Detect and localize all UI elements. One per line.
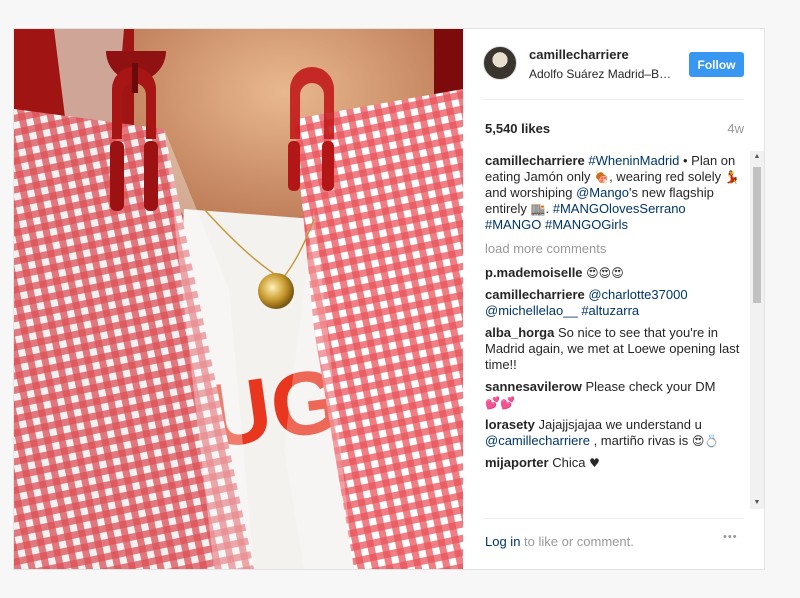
post-photo-illustration: UG [14,29,463,569]
caption-text: and worshiping [485,185,577,200]
scrollbar-thumb[interactable] [753,167,761,303]
heart-eyes-ring-emoji-icon: 😍💍 [691,434,720,448]
meat-emoji-icon: 🍖 [594,170,610,184]
comment-mention[interactable]: @camillecharriere [485,433,590,448]
caption-text: . [545,201,553,216]
comment: lorasety Jajajjsjajaa we understand u @c… [485,417,743,449]
heart-eyes-emoji-icon: 😍😍😍 [586,266,624,280]
comments-list: camillecharriere #WheninMadrid • Plan on… [485,153,743,511]
comment-username[interactable]: p.mademoiselle [485,265,583,280]
divider [483,518,744,519]
comment-username[interactable]: mijaporter [485,455,549,470]
comment: mijaporter Chica ♥ [485,455,743,471]
comment-username[interactable]: sannesavilerow [485,379,582,394]
comments-scrollbar[interactable]: ▲ ▼ [750,151,764,509]
scroll-down-icon[interactable]: ▼ [750,497,764,509]
load-more-comments[interactable]: load more comments [485,241,743,257]
login-prompt: Log in to like or comment. [485,534,634,549]
divider [483,99,744,100]
instagram-post: UG camillecharriere Adolfo Suárez Madrid… [13,28,765,570]
header-username[interactable]: camillecharriere [529,47,629,62]
black-heart-emoji-icon: ♥ [589,456,600,470]
header-location[interactable]: Adolfo Suárez Madrid–B… [529,67,679,81]
comment-text: Chica [552,455,586,470]
post-header: camillecharriere Adolfo Suárez Madrid–B…… [463,29,764,99]
hearts-emoji-icon: 💕💕 [485,396,515,410]
login-link[interactable]: Log in [485,534,520,549]
comment: p.mademoiselle 😍😍😍 [485,265,743,281]
store-emoji-icon: 🏬 [530,202,546,216]
comment: camillecharriere @charlotte37000 @michel… [485,287,743,319]
caption-text: , wearing red solely [609,169,725,184]
caption-mention[interactable]: @Mango [576,185,629,200]
caption: camillecharriere #WheninMadrid • Plan on… [485,153,743,233]
caption-hashtag[interactable]: #MANGO [485,217,541,232]
comment: alba_horga So nice to see that you're in… [485,325,743,373]
comment-hashtag[interactable]: #altuzarra [581,303,639,318]
caption-hashtag[interactable]: #MANGOGirls [545,217,628,232]
comment-text: , martiño rivas is [589,433,692,448]
caption-username[interactable]: camillecharriere [485,153,585,168]
comment-text: Jajajjsjajaa we understand u [538,417,702,432]
likes-count[interactable]: 5,540 likes [485,121,550,136]
post-time[interactable]: 4w [727,121,744,136]
post-sidebar: camillecharriere Adolfo Suárez Madrid–B…… [463,29,764,569]
post-photo[interactable]: UG [14,29,463,569]
avatar[interactable] [483,46,517,80]
comment-mention[interactable]: @charlotte37000 [588,287,687,302]
comment: sannesavilerow Please check your DM 💕💕 [485,379,743,411]
dancer-emoji-icon: 💃 [724,170,740,184]
caption-hashtag[interactable]: #WheninMadrid [588,153,679,168]
comment-username[interactable]: camillecharriere [485,287,585,302]
comment-text: Please check your DM [585,379,716,394]
ellipsis-icon[interactable]: ••• [723,531,738,543]
comment-username[interactable]: lorasety [485,417,535,432]
scroll-up-icon[interactable]: ▲ [750,151,764,163]
comment-mention[interactable]: @michellelao__ [485,303,578,318]
follow-button[interactable]: Follow [689,52,744,77]
caption-hashtag[interactable]: #MANGOlovesSerrano [553,201,686,216]
login-prompt-text: to like or comment. [520,534,634,549]
comment-username[interactable]: alba_horga [485,325,554,340]
